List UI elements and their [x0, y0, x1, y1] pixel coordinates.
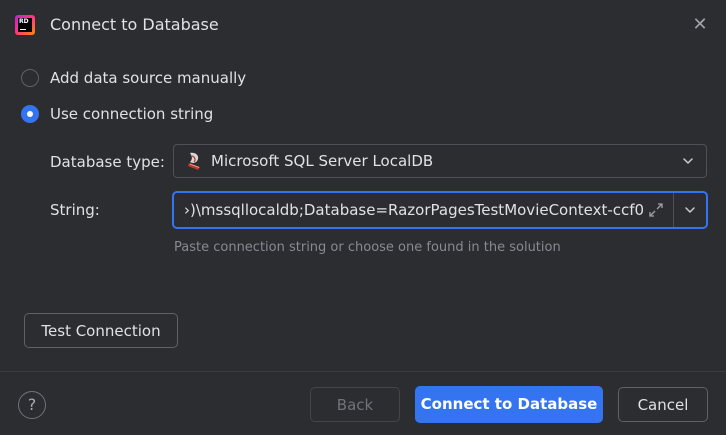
- connection-string-hint: Paste connection string or choose one fo…: [174, 240, 561, 255]
- radio-use-connection-string-label[interactable]: Use connection string: [50, 104, 213, 124]
- footer-divider: [0, 371, 726, 372]
- combo-separator: [673, 193, 674, 227]
- test-connection-button[interactable]: Test Connection: [24, 313, 178, 348]
- chevron-down-icon[interactable]: [682, 202, 698, 218]
- connect-to-database-button[interactable]: Connect to Database: [415, 386, 603, 423]
- connection-string-label: String:: [50, 201, 100, 219]
- database-type-label: Database type:: [50, 153, 165, 171]
- app-logo-icon: RD: [15, 15, 35, 35]
- database-type-value: Microsoft SQL Server LocalDB: [211, 152, 434, 170]
- radio-add-manually-label[interactable]: Add data source manually: [50, 68, 246, 88]
- radio-use-connection-string[interactable]: [21, 105, 39, 123]
- database-type-select[interactable]: Microsoft SQL Server LocalDB: [173, 144, 707, 178]
- sql-server-icon: [188, 152, 200, 170]
- help-icon[interactable]: ?: [18, 391, 46, 419]
- back-button[interactable]: Back: [310, 387, 400, 422]
- dialog-title: Connect to Database: [50, 15, 219, 34]
- radio-add-manually[interactable]: [21, 69, 39, 87]
- close-icon[interactable]: ✕: [689, 14, 711, 36]
- app-logo-text: RD: [19, 18, 29, 25]
- connection-string-input[interactable]: ›)\mssqllocaldb;Database=RazorPagesTestM…: [184, 200, 644, 220]
- cancel-button[interactable]: Cancel: [618, 387, 708, 422]
- connection-string-field[interactable]: ›)\mssqllocaldb;Database=RazorPagesTestM…: [172, 191, 708, 229]
- radio-selected-dot: [27, 111, 33, 117]
- expand-icon[interactable]: [647, 201, 665, 219]
- chevron-down-icon[interactable]: [680, 153, 696, 169]
